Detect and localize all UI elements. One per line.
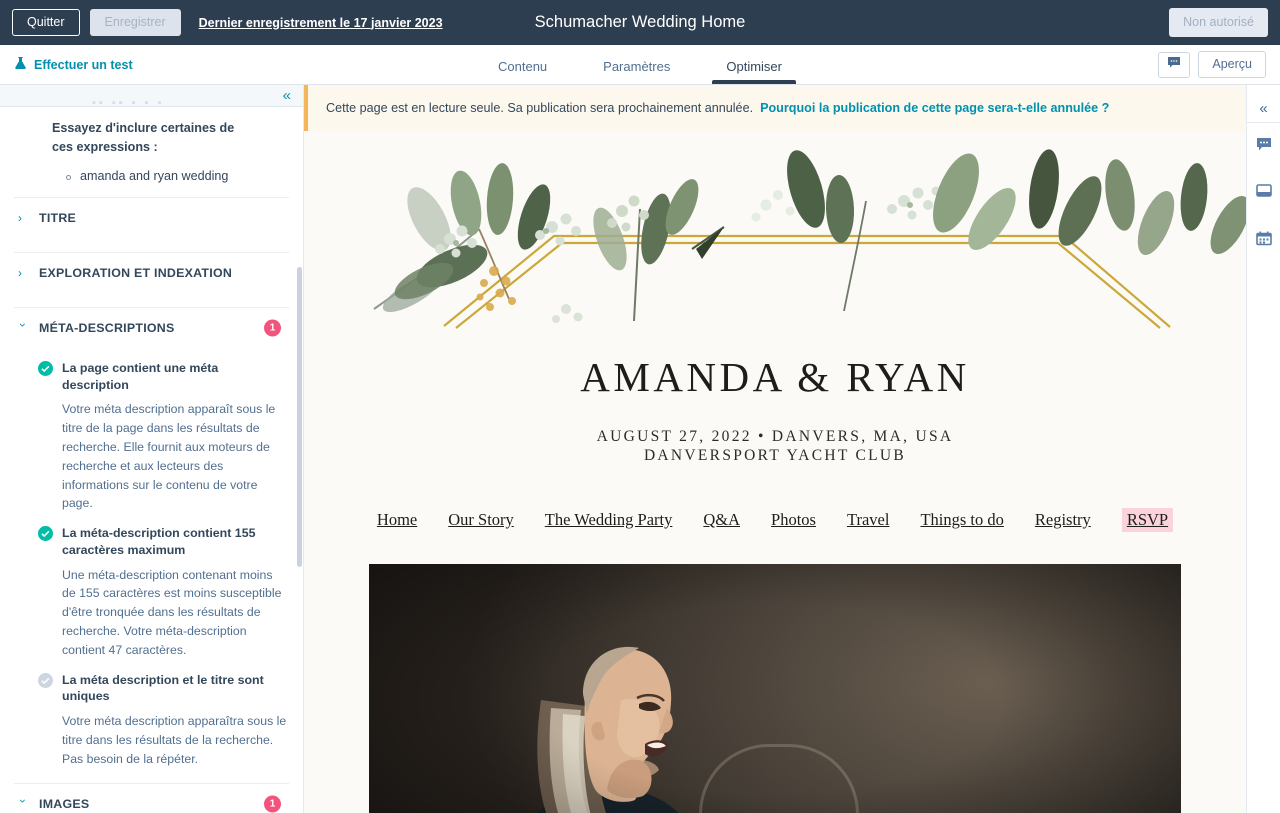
check-label: La page contient une méta description	[62, 360, 219, 392]
page-title: Schumacher Wedding Home	[534, 13, 746, 31]
site-navigation: Home Our Story The Wedding Party Q&A Pho…	[304, 507, 1246, 532]
chevron-right-icon: ›	[18, 265, 22, 280]
calendar-icon	[1255, 231, 1272, 251]
site-nav-registry[interactable]: Registry	[1035, 510, 1091, 530]
list-item: La méta description et le titre sont uni…	[14, 672, 289, 769]
tab-optimiser[interactable]: Optimiser	[698, 48, 810, 84]
check-circle-muted-icon	[38, 672, 53, 688]
rail-calendar-button[interactable]	[1247, 217, 1280, 264]
sidebar-scrollbar[interactable]	[297, 107, 302, 813]
right-tool-rail: «	[1246, 85, 1280, 813]
sidebar-section-meta-descriptions[interactable]: › MÉTA-DESCRIPTIONS 1	[14, 306, 289, 348]
tab-contenu[interactable]: Contenu	[470, 48, 575, 84]
status-badge: 1	[264, 319, 281, 337]
section-title: MÉTA-DESCRIPTIONS	[39, 320, 175, 335]
window-card-icon	[1255, 184, 1272, 203]
editor-top-bar: Quitter Enregistrer Dernier enregistreme…	[0, 0, 1280, 45]
readonly-banner: Cette page est en lecture seule. Sa publ…	[304, 85, 1246, 131]
wedding-date-location: AUGUST 27, 2022 • DANVERS, MA, USA	[596, 428, 954, 445]
check-description: Votre méta description apparaîtra sous l…	[62, 714, 287, 766]
site-nav-rsvp[interactable]: RSVP	[1121, 507, 1174, 532]
sidebar-section-images[interactable]: › IMAGES 1	[14, 782, 289, 813]
check-label: La méta-description contient 155 caractè…	[62, 526, 256, 557]
status-badge: 1	[264, 795, 281, 813]
site-nav-things-to-do[interactable]: Things to do	[920, 510, 1003, 530]
check-description: Votre méta description apparaît sous le …	[62, 402, 276, 511]
site-nav-the-wedding-party[interactable]: The Wedding Party	[545, 510, 673, 530]
check-circle-icon	[38, 526, 53, 542]
keyword-phrase: amanda and ryan wedding	[80, 168, 229, 183]
site-nav-travel[interactable]: Travel	[847, 510, 889, 530]
couple-names: AMANDA & RYAN	[580, 354, 970, 400]
check-label: La méta description et le titre sont uni…	[62, 672, 264, 704]
rail-comments-button[interactable]	[1247, 123, 1280, 170]
wedding-venue: DANVERSPORT YACHT CLUB	[643, 447, 907, 465]
preview-button[interactable]: Aperçu	[1198, 51, 1266, 78]
comment-bubble-icon	[1256, 137, 1272, 157]
editor-sub-bar: Effectuer un test Contenu Paramètres Opt…	[0, 45, 1280, 85]
last-saved-label[interactable]: Dernier enregistrement le 17 janvier 202…	[199, 16, 443, 30]
photo-vignette	[369, 563, 1181, 813]
list-item: La méta-description contient 155 caractè…	[14, 525, 289, 660]
greenery-svg	[373, 149, 1246, 329]
site-nav-home[interactable]: Home	[377, 510, 417, 530]
run-test-link[interactable]: Effectuer un test	[14, 56, 133, 73]
section-title: EXPLORATION ET INDEXATION	[39, 265, 233, 280]
unauthorized-button[interactable]: Non autorisé	[1169, 8, 1268, 37]
keyword-suggestion-heading: Essayez d'inclure certaines de ces expre…	[52, 121, 235, 154]
double-chevron-left-icon: «	[1259, 100, 1268, 117]
editor-body: ▪▪ ▪▪ ▪ ▪ ▪ « Essayez d'inclure certaine…	[0, 85, 1280, 813]
subbar-actions: Aperçu	[1158, 51, 1266, 78]
sidebar-header: ▪▪ ▪▪ ▪ ▪ ▪ «	[0, 85, 303, 109]
double-chevron-left-icon[interactable]: «	[283, 88, 291, 103]
seo-sidebar: ▪▪ ▪▪ ▪ ▪ ▪ « Essayez d'inclure certaine…	[0, 85, 304, 813]
floral-header-illustration	[304, 131, 1246, 331]
editor-tabs: Contenu Paramètres Optimiser	[0, 48, 1280, 84]
scrollbar-thumb[interactable]	[297, 267, 302, 567]
banner-learn-more-link[interactable]: Pourquoi la publication de cette page se…	[760, 101, 1109, 115]
chevron-down-icon: ›	[16, 798, 30, 803]
banner-text: Cette page est en lecture seule. Sa publ…	[326, 101, 754, 115]
chevron-right-icon: ›	[18, 210, 22, 225]
comment-button[interactable]	[1158, 51, 1191, 78]
check-circle-icon	[38, 360, 53, 376]
chevron-down-icon: ›	[16, 322, 30, 327]
run-test-label: Effectuer un test	[34, 57, 133, 72]
page-preview: Cette page est en lecture seule. Sa publ…	[304, 85, 1246, 813]
site-nav-photos[interactable]: Photos	[771, 510, 816, 530]
sidebar-section-exploration[interactable]: › EXPLORATION ET INDEXATION	[14, 251, 289, 293]
list-item: La page contient une méta description Vo…	[14, 360, 289, 513]
section-title: TITRE	[39, 210, 77, 225]
exit-button[interactable]: Quitter	[12, 9, 80, 36]
tab-parametres[interactable]: Paramètres	[575, 48, 698, 84]
rail-collapse-button[interactable]: «	[1247, 95, 1280, 123]
sidebar-scroll-area[interactable]: Essayez d'inclure certaines de ces expre…	[0, 107, 303, 813]
wedding-details: AUGUST 27, 2022 • DANVERS, MA, USA DANVE…	[304, 427, 1246, 466]
rail-window-button[interactable]	[1247, 170, 1280, 217]
site-nav-our-story[interactable]: Our Story	[448, 510, 514, 530]
sidebar-section-titre[interactable]: › TITRE	[14, 196, 289, 238]
site-nav-qa[interactable]: Q&A	[703, 510, 740, 530]
flask-icon	[14, 56, 27, 73]
hero-photo	[369, 563, 1181, 813]
comment-bubble-icon	[1167, 56, 1181, 74]
section-title: IMAGES	[39, 796, 90, 811]
bullet-icon	[66, 174, 71, 180]
list-item: amanda and ryan wedding	[66, 169, 289, 183]
wedding-site-canvas: AMANDA & RYAN AUGUST 27, 2022 • DANVERS,…	[304, 131, 1246, 813]
save-button[interactable]: Enregistrer	[89, 9, 181, 36]
check-description: Une méta-description contenant moins de …	[62, 567, 282, 657]
